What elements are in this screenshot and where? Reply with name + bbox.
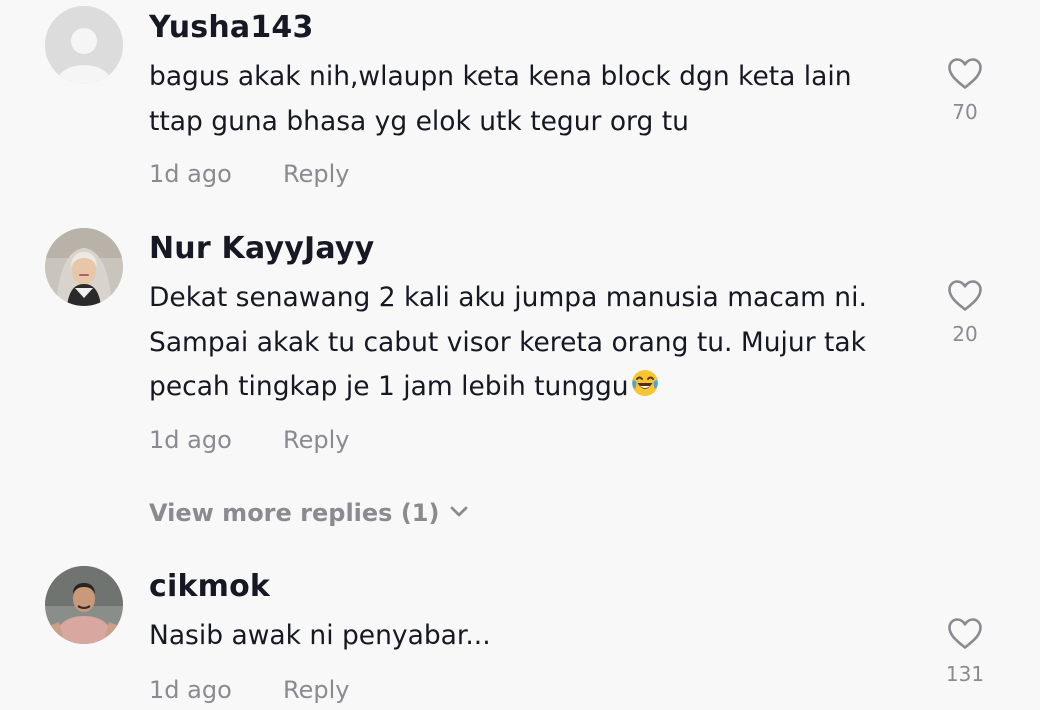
heart-icon[interactable] bbox=[947, 617, 983, 650]
comments-panel: Yusha143 bagus akak nih,wlaupn keta kena… bbox=[0, 0, 1040, 710]
like-control: 131 bbox=[940, 617, 990, 686]
comment-username[interactable]: cikmok bbox=[149, 569, 270, 604]
comment-text: Nasib awak ni penyabar... bbox=[149, 620, 491, 651]
man-pink-shirt-photo bbox=[45, 566, 123, 644]
like-count: 131 bbox=[945, 662, 985, 686]
comment-item: cikmok Nasib awak ni penyabar... 1d ago … bbox=[0, 0, 1040, 710]
avatar[interactable] bbox=[45, 566, 123, 644]
comment-time: 1d ago bbox=[149, 676, 232, 704]
reply-button[interactable]: Reply bbox=[283, 676, 349, 704]
comment-meta: 1d ago Reply bbox=[149, 676, 349, 704]
